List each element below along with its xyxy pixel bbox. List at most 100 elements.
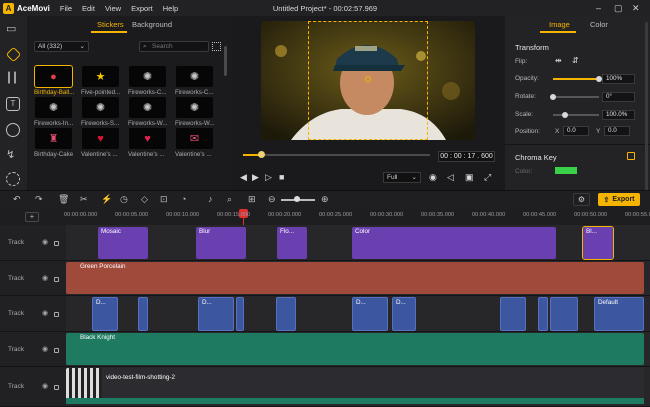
sticker-tile[interactable]: ✉ [176,128,213,149]
fullscreen-icon[interactable]: ⤢ [484,172,491,183]
scale-slider[interactable] [553,114,599,116]
text-clip[interactable]: D... [198,297,234,331]
effect-clip[interactable]: Flo... [277,227,307,259]
lock-icon[interactable] [54,276,59,282]
lock-icon[interactable] [54,312,59,317]
sticker-tile[interactable]: ★ [82,66,119,87]
tab-stickers[interactable]: Stickers [97,20,124,29]
text-icon[interactable]: T [6,97,20,111]
layers-icon[interactable] [5,46,22,63]
visibility-icon[interactable]: ◉ [42,345,48,353]
flip-horizontal-icon[interactable]: ⇹ [555,56,562,65]
minimize-icon[interactable]: – [596,3,601,13]
effect-clip[interactable]: Mosaic [98,227,148,259]
chroma-key-checkbox[interactable] [627,152,635,160]
filter-clip[interactable]: Green Porcelain [66,262,644,294]
properties-scrollbar[interactable] [645,22,648,192]
video-preview[interactable] [261,21,475,140]
sticker-tile[interactable]: ♥ [129,128,166,149]
grid-view-icon[interactable] [212,42,221,51]
redo-icon[interactable]: ↷ [35,194,43,205]
transitions-icon[interactable]: ↯ [6,148,20,162]
text-clip[interactable]: D... [352,297,388,331]
text-clip[interactable] [500,297,526,331]
flip-vertical-icon[interactable]: ⇵ [572,56,579,65]
pos-x-field[interactable]: 0.0 [563,126,589,136]
rotate-knob[interactable] [550,94,556,100]
tab-color[interactable]: Color [590,20,608,29]
text-clip[interactable] [138,297,148,331]
text-clip[interactable]: Default [594,297,644,331]
play-icon[interactable]: ▶ [252,172,259,183]
sticker-tile[interactable]: ✺ [35,97,72,118]
chroma-color-swatch[interactable] [555,167,577,174]
rotate-handle[interactable] [365,76,371,82]
lock-icon[interactable] [54,385,59,390]
sticker-tile[interactable]: ✺ [129,97,166,118]
sticker-tile[interactable]: ✺ [176,66,213,87]
effect-clip[interactable]: Color [352,227,556,259]
sticker-tile[interactable]: ♜ [35,128,72,149]
visibility-icon[interactable]: ◉ [42,309,48,317]
zoom-select[interactable]: Full ⌄ [383,172,421,183]
duration-icon[interactable]: ◔ [181,194,186,204]
lock-icon[interactable] [54,241,59,246]
speed-icon[interactable]: ◷ [120,194,128,205]
sticker-tile[interactable]: ✺ [176,97,213,118]
sticker-tile[interactable]: ● [34,65,73,88]
sticker-tile[interactable]: ✺ [82,97,119,118]
marker-icon[interactable]: ⌕ [227,194,232,205]
folder-icon[interactable]: ▭ [6,22,20,36]
timeline-settings-button[interactable]: ⚙ [573,193,590,206]
snapshot-icon[interactable]: ◉ [429,172,437,183]
effect-clip[interactable]: Blur [196,227,246,259]
sticker-tile[interactable]: ♥ [82,128,119,149]
cut-icon[interactable]: ✂ [80,194,88,205]
pos-y-field[interactable]: 0.0 [604,126,630,136]
rotate-slider[interactable] [553,96,599,98]
text-clip[interactable] [550,297,578,331]
stop-icon[interactable]: ■ [279,172,284,182]
zoom-fit-icon[interactable]: ⊞ [248,194,256,205]
close-icon[interactable]: ✕ [632,3,640,14]
audio-icon[interactable]: ┃┃ [6,73,20,87]
search-input[interactable]: ⌕ Search [139,41,209,52]
text-clip[interactable]: D... [92,297,118,331]
sticker-scrollbar[interactable] [224,46,227,76]
filters-icon[interactable] [6,123,20,137]
split-icon[interactable]: ⚡ [101,194,112,205]
visibility-icon[interactable]: ◉ [42,382,48,390]
crop-icon[interactable]: ▣ [465,172,474,183]
text-clip[interactable] [276,297,296,331]
keyframe-icon[interactable]: ◇ [141,194,148,205]
next-frame-icon[interactable]: ▷ [265,172,272,183]
prev-frame-icon[interactable]: ◀ [240,172,247,183]
visibility-icon[interactable]: ◉ [42,274,48,282]
audio-clip[interactable]: Black Knight [66,333,644,365]
visibility-icon[interactable]: ◉ [42,238,48,246]
scale-knob[interactable] [561,112,568,118]
text-clip[interactable] [236,297,244,331]
preview-scrubber[interactable] [243,154,430,156]
zoom-knob[interactable] [294,196,300,202]
zoom-in-icon[interactable]: ⊕ [321,194,329,205]
record-voice-icon[interactable]: ♪ [208,194,213,204]
maximize-icon[interactable]: ▢ [614,3,623,14]
scrubber-knob[interactable] [258,151,265,158]
text-clip[interactable]: D... [392,297,416,331]
export-button[interactable]: ⇪ Export [598,193,640,206]
video-clip[interactable]: video-test-film-shotting-2 [66,368,644,400]
delete-icon[interactable]: 🗑 [58,194,69,205]
tab-image[interactable]: Image [549,20,570,29]
sticker-tile[interactable]: ✺ [129,66,166,87]
category-select[interactable]: All (332) ⌄ [34,41,89,52]
undo-icon[interactable]: ↶ [13,194,21,205]
add-track-button[interactable]: + [25,212,39,222]
zoom-out-icon[interactable]: ⊖ [268,194,276,205]
scale-field[interactable]: 100.0% [602,110,635,120]
effect-clip[interactable]: Bl... [582,226,614,260]
volume-icon[interactable]: ◁ [447,172,454,183]
opacity-field[interactable]: 100% [602,74,635,84]
rotate-field[interactable]: 0° [602,92,635,102]
text-clip[interactable] [538,297,548,331]
